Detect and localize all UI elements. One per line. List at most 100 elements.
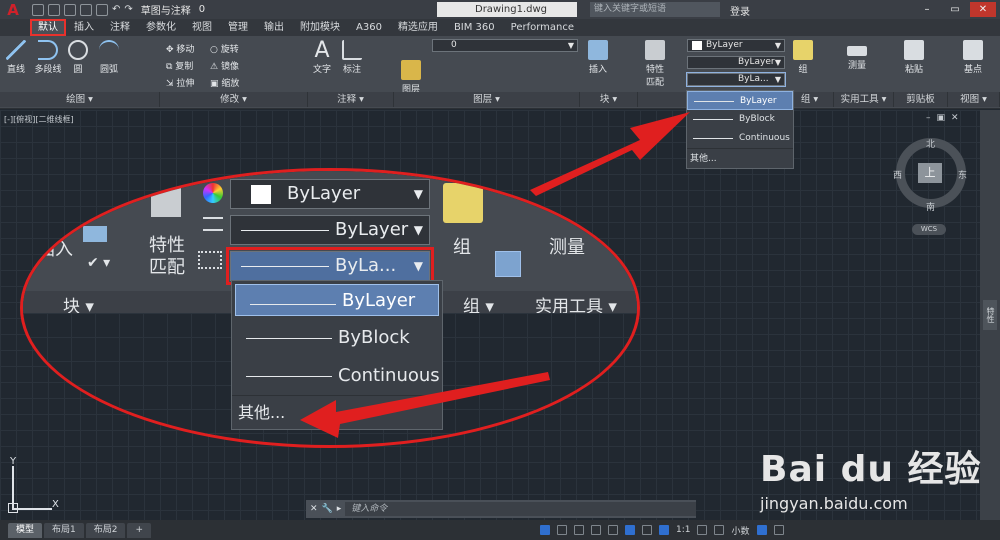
scale-button[interactable]: ▣ 缩放 [210,76,239,93]
panel-title-modify[interactable]: 修改 ▾ [160,92,308,107]
panel-title-clipboard[interactable]: 剪贴板 [894,92,948,107]
zoom-group-select-icon[interactable] [495,251,521,277]
tab-6[interactable]: 输出 [256,19,292,36]
layer-quick-select[interactable]: 0 [199,4,205,15]
move-button[interactable]: ✥ 移动 [166,42,194,59]
zoom-option-byblock[interactable]: ByBlock [232,319,442,357]
panel-title-annotation[interactable]: 注释 ▾ [308,92,394,107]
compass-north[interactable]: 北 [926,137,935,150]
zoom-color-combo[interactable]: ByLayer ▼ [230,179,430,209]
layout-tab-2[interactable]: 布局2 [85,522,126,538]
tab-0[interactable]: 默认 [30,19,66,36]
command-input[interactable]: 键入命令 [345,502,696,516]
tab-5[interactable]: 管理 [220,19,256,36]
workspace-switch-icon[interactable] [697,525,708,535]
dropdown-option-bylayer[interactable]: ByLayer [687,91,793,110]
save-icon[interactable] [64,3,76,16]
login-link[interactable]: 登录 [730,3,750,18]
ortho-toggle-icon[interactable] [574,525,584,535]
lineweight-toggle-icon[interactable] [642,525,652,535]
workspace-select[interactable]: 草图与注释 [141,2,191,17]
zoom-match-properties-label[interactable]: 特性 匹配 [149,235,185,279]
zoom-group-label[interactable]: 组 [453,233,471,259]
wrench-icon[interactable]: 🔧 [322,504,333,514]
panel-title-draw[interactable]: 绘图 ▾ [0,92,160,107]
insert-button[interactable]: 插入 [585,40,611,75]
line-button[interactable]: 直线 [4,40,28,75]
units-readout[interactable]: 小数 [731,524,749,537]
minimize-viewport-icon[interactable]: – [926,113,931,123]
polar-toggle-icon[interactable] [591,525,601,535]
open-file-icon[interactable] [48,3,60,16]
zoom-option-continuous[interactable]: Continuous [232,357,442,395]
match-properties-button[interactable]: 特性匹配 [643,40,667,88]
panel-title-block[interactable]: 块 ▾ [580,92,638,107]
restore-viewport-icon[interactable]: ▣ [937,113,946,123]
layer-combo[interactable]: 0 ▼ [432,39,578,52]
tab-4[interactable]: 视图 [184,19,220,36]
dropdown-option-byblock[interactable]: ByBlock [687,110,793,129]
redo-icon[interactable]: ↷ [124,4,132,15]
panel-title-view[interactable]: 视图 ▾ [948,92,1000,107]
tab-2[interactable]: 注释 [102,19,138,36]
layout-tab-1[interactable]: 布局1 [44,522,84,538]
viewport-label[interactable]: [-][俯视][二维线框] [4,114,74,125]
scale-readout[interactable]: 1:1 [676,525,690,535]
annotation-monitor-icon[interactable] [714,525,725,535]
sidebar-tab-properties[interactable]: 特性 [983,300,997,330]
lineweight-combo[interactable]: ByLa... ▼ [686,72,786,87]
new-file-icon[interactable] [32,3,44,16]
stretch-button[interactable]: ⇲ 拉伸 [166,76,194,93]
osnap-toggle-icon[interactable] [608,525,618,535]
grid-toggle-icon[interactable] [540,525,550,535]
isolate-objects-icon[interactable] [756,525,767,535]
dropdown-option-continuous[interactable]: Continuous [687,129,793,148]
group-button[interactable]: 组 [792,40,814,75]
base-point-button[interactable]: 基点 [960,40,986,75]
search-input[interactable]: 键入关键字或短语 [590,2,720,17]
mirror-button[interactable]: ⚠ 镜像 [210,59,239,76]
command-prompt-icon[interactable]: ▸ [337,504,342,514]
tab-11[interactable]: Performance [503,19,582,36]
dimension-button[interactable]: 标注 [340,40,364,75]
rotate-button[interactable]: ○ 旋转 [210,42,239,59]
minimize-icon[interactable]: – [914,2,940,17]
save-as-icon[interactable] [80,3,92,16]
snap-toggle-icon[interactable] [557,525,567,535]
tab-7[interactable]: 附加模块 [292,19,348,36]
wcs-menu[interactable]: WCS [912,224,946,235]
text-button[interactable]: A 文字 [310,40,334,76]
undo-icon[interactable]: ↶ [112,4,120,15]
viewcube-top-face[interactable]: 上 [918,163,942,183]
dropdown-option-other[interactable]: 其他... [687,148,793,168]
color-combo[interactable]: ByLayer ▼ [687,39,785,52]
tab-10[interactable]: BIM 360 [446,19,503,36]
compass-south[interactable]: 南 [926,200,935,213]
close-icon[interactable]: ✕ [970,2,996,17]
close-command-icon[interactable]: ✕ [310,504,318,514]
panel-title-utilities[interactable]: 实用工具 ▾ [834,92,894,107]
zoom-measure-label[interactable]: 测量 [549,233,585,259]
panel-title-layer[interactable]: 图层 ▾ [394,92,580,107]
zoom-linetype-combo[interactable]: ByLayer ▼ [230,215,430,245]
otrack-toggle-icon[interactable] [625,525,635,535]
copy-button[interactable]: ⧉ 复制 [166,59,194,76]
measure-button[interactable]: 测量 [844,40,870,71]
paste-button[interactable]: 粘贴 [901,40,927,75]
compass-west[interactable]: 西 [893,168,902,181]
print-icon[interactable] [96,3,108,16]
linetype-combo[interactable]: ByLayer ▼ [687,56,785,69]
arc-button[interactable]: 圆弧 [96,40,122,75]
autocad-logo-icon[interactable]: A [0,0,26,19]
annotation-scale-icon[interactable] [659,525,669,535]
add-layout-icon[interactable]: + [127,522,152,538]
zoom-lineweight-combo[interactable]: ByLa... ▼ [226,247,434,285]
tab-3[interactable]: 参数化 [138,19,184,36]
circle-button[interactable]: 圆 [66,40,90,75]
compass-east[interactable]: 东 [958,168,967,181]
zoom-option-other[interactable]: 其他... [232,395,442,429]
polyline-button[interactable]: 多段线 [32,40,64,75]
tab-9[interactable]: 精选应用 [390,19,446,36]
tab-1[interactable]: 插入 [66,19,102,36]
close-viewport-icon[interactable]: ✕ [951,113,959,123]
